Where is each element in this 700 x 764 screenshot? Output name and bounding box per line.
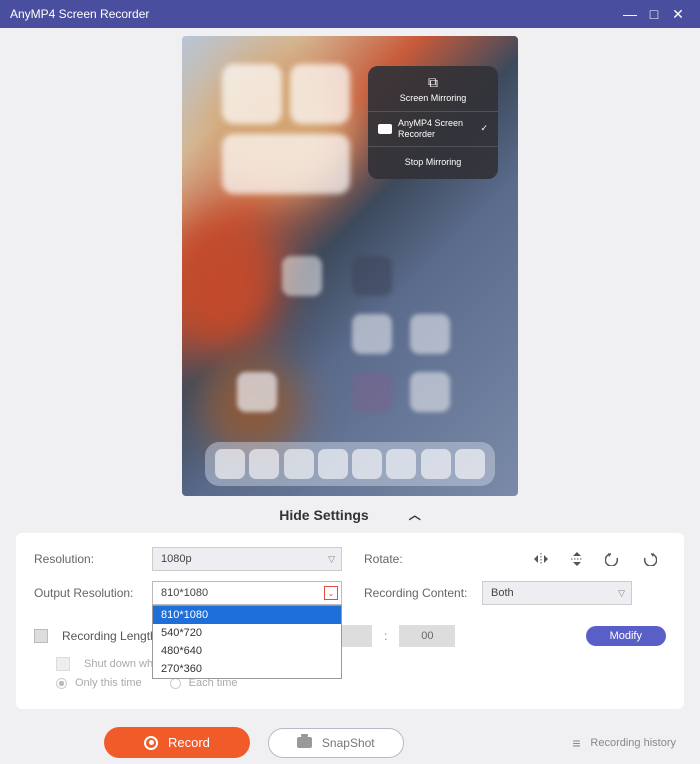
maximize-button[interactable]: □ [642,6,666,22]
close-button[interactable]: ✕ [666,6,690,23]
check-icon: ✓ [480,123,488,134]
device-icon [378,124,392,134]
only-this-time-label: Only this time [75,677,142,689]
dropdown-option[interactable]: 270*360 [153,660,341,678]
only-this-time-radio[interactable] [56,678,67,689]
record-button[interactable]: Record [104,727,250,758]
mirror-icon: ⧉ [368,74,498,91]
stop-mirroring[interactable]: Stop Mirroring [368,147,498,171]
output-resolution-label: Output Resolution: [34,586,144,600]
recording-length-checkbox[interactable] [34,629,48,643]
settings-panel: Resolution: 1080p ▽ Rotate: Output Resol… [16,533,684,709]
resolution-select[interactable]: 1080p ▽ [152,547,342,571]
minimize-button[interactable]: — [618,6,642,22]
each-time-radio[interactable] [170,678,181,689]
record-icon [144,736,158,750]
recording-content-select[interactable]: Both ▽ [482,581,632,605]
snapshot-button[interactable]: SnapShot [268,728,404,758]
dropdown-option[interactable]: 810*1080 [153,606,341,624]
rotate-right-icon[interactable] [640,551,658,567]
rotate-left-icon[interactable] [604,551,622,567]
popup-title: Screen Mirroring [368,93,498,103]
titlebar: AnyMP4 Screen Recorder — □ ✕ [0,0,700,28]
flip-vertical-icon[interactable] [568,551,586,567]
chevron-down-icon: ⌄ [324,586,338,600]
output-resolution-dropdown: 810*1080 540*720 480*640 270*360 [152,605,342,679]
shutdown-checkbox[interactable] [56,657,70,671]
device-preview: ⧉ Screen Mirroring AnyMP4 Screen Recorde… [182,36,518,496]
chevron-up-icon: ︿ [409,506,421,523]
recording-length-label: Recording Length [62,629,157,643]
app-title: AnyMP4 Screen Recorder [10,7,149,21]
output-resolution-select[interactable]: 810*1080 ⌄ 810*1080 540*720 480*640 270*… [152,581,342,605]
rotate-label: Rotate: [364,552,474,566]
dropdown-option[interactable]: 480*640 [153,642,341,660]
hide-settings-label: Hide Settings [279,507,368,523]
mirroring-popup: ⧉ Screen Mirroring AnyMP4 Screen Recorde… [368,66,498,179]
recording-history-link[interactable]: Recording history [572,735,684,751]
dropdown-option[interactable]: 540*720 [153,624,341,642]
recording-content-label: Recording Content: [364,586,474,600]
length-ss[interactable] [399,625,455,647]
modify-button[interactable]: Modify [586,626,666,646]
hide-settings-toggle[interactable]: Hide Settings ︿ [0,496,700,533]
bottom-bar: Record SnapShot Recording history [0,721,700,764]
list-icon [572,735,584,751]
chevron-down-icon: ▽ [328,554,335,565]
resolution-label: Resolution: [34,552,144,566]
dock [205,442,495,486]
mirror-target[interactable]: AnyMP4 Screen Recorder ✓ [368,111,498,147]
flip-horizontal-icon[interactable] [532,551,550,567]
camera-icon [297,737,312,748]
chevron-down-icon: ▽ [618,588,625,599]
